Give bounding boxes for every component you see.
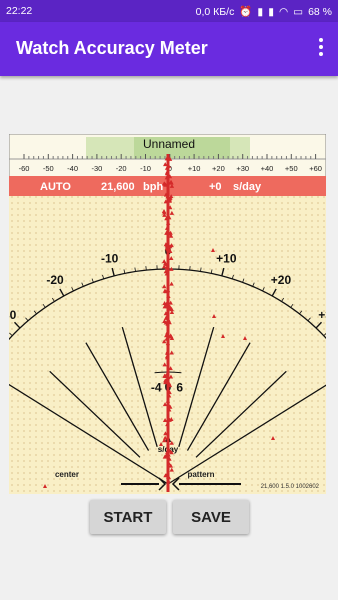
top-scale-tick-label: -60 xyxy=(19,164,30,173)
top-scale-tick-label: +60 xyxy=(309,164,322,173)
top-scale-tick-label: +20 xyxy=(212,164,225,173)
start-button[interactable]: START xyxy=(90,500,166,534)
bph-value: 21,600 xyxy=(101,181,135,193)
inner-label: -4 xyxy=(151,381,162,395)
alarm-icon: ⏰ xyxy=(239,6,253,18)
top-scale-tick-label: +50 xyxy=(285,164,298,173)
mode-label: AUTO xyxy=(40,181,71,193)
app-bar: Watch Accuracy Meter xyxy=(0,22,338,76)
version-label: 21,600 1.5.0 1002602 xyxy=(261,484,320,490)
top-scale-tick-label: +10 xyxy=(188,164,201,173)
status-bar: 22:22 0,0 КБ/с ⏰ ▮ ▮ ◠ ▭ 68 % xyxy=(0,0,338,22)
network-speed: 0,0 КБ/с xyxy=(195,5,235,18)
save-button[interactable]: SAVE xyxy=(173,500,249,534)
inner-label: 6 xyxy=(176,381,183,395)
top-scale-tick-label: +40 xyxy=(261,164,274,173)
signal-icon: ▮ xyxy=(257,5,264,18)
battery-icon: ▭ xyxy=(293,5,304,18)
scale-name: Unnamed xyxy=(143,137,195,151)
meter-panel: Unnamed -60 -50 -40 -30 -20 -10 0 +10 +20 +30 +40 +… xyxy=(0,133,338,495)
top-scale-tick-label: -20 xyxy=(116,164,127,173)
overflow-menu-icon[interactable] xyxy=(316,36,326,62)
top-scale-tick-label: -30 xyxy=(91,164,102,173)
top-scale-tick-label: -50 xyxy=(43,164,54,173)
signal-icon: ▮ xyxy=(268,5,274,18)
battery-level: 68 % xyxy=(308,5,332,18)
rate-unit: s/day xyxy=(233,181,262,193)
status-time: 22:22 xyxy=(6,5,33,17)
app-title: Watch Accuracy Meter xyxy=(16,38,208,58)
center-label: center xyxy=(55,470,79,479)
dial-label: -30 xyxy=(9,308,17,322)
bph-unit: bph xyxy=(143,181,163,193)
top-scale-tick-label: +30 xyxy=(236,164,249,173)
wifi-icon: ◠ xyxy=(278,5,289,18)
rate-value: +0 xyxy=(209,181,222,193)
top-scale-tick-label: -10 xyxy=(140,164,151,173)
dial-label: +30 xyxy=(318,308,326,322)
dial-label: -20 xyxy=(46,273,64,287)
dial-label: +10 xyxy=(216,251,237,265)
dial-label: -10 xyxy=(101,251,119,265)
top-scale-tick-label: -40 xyxy=(67,164,78,173)
meter-display: Unnamed -60 -50 -40 -30 -20 -10 0 +10 +20 +30 +40 +… xyxy=(0,133,338,495)
dial-label: +20 xyxy=(271,273,292,287)
pattern-label: pattern xyxy=(187,470,214,479)
